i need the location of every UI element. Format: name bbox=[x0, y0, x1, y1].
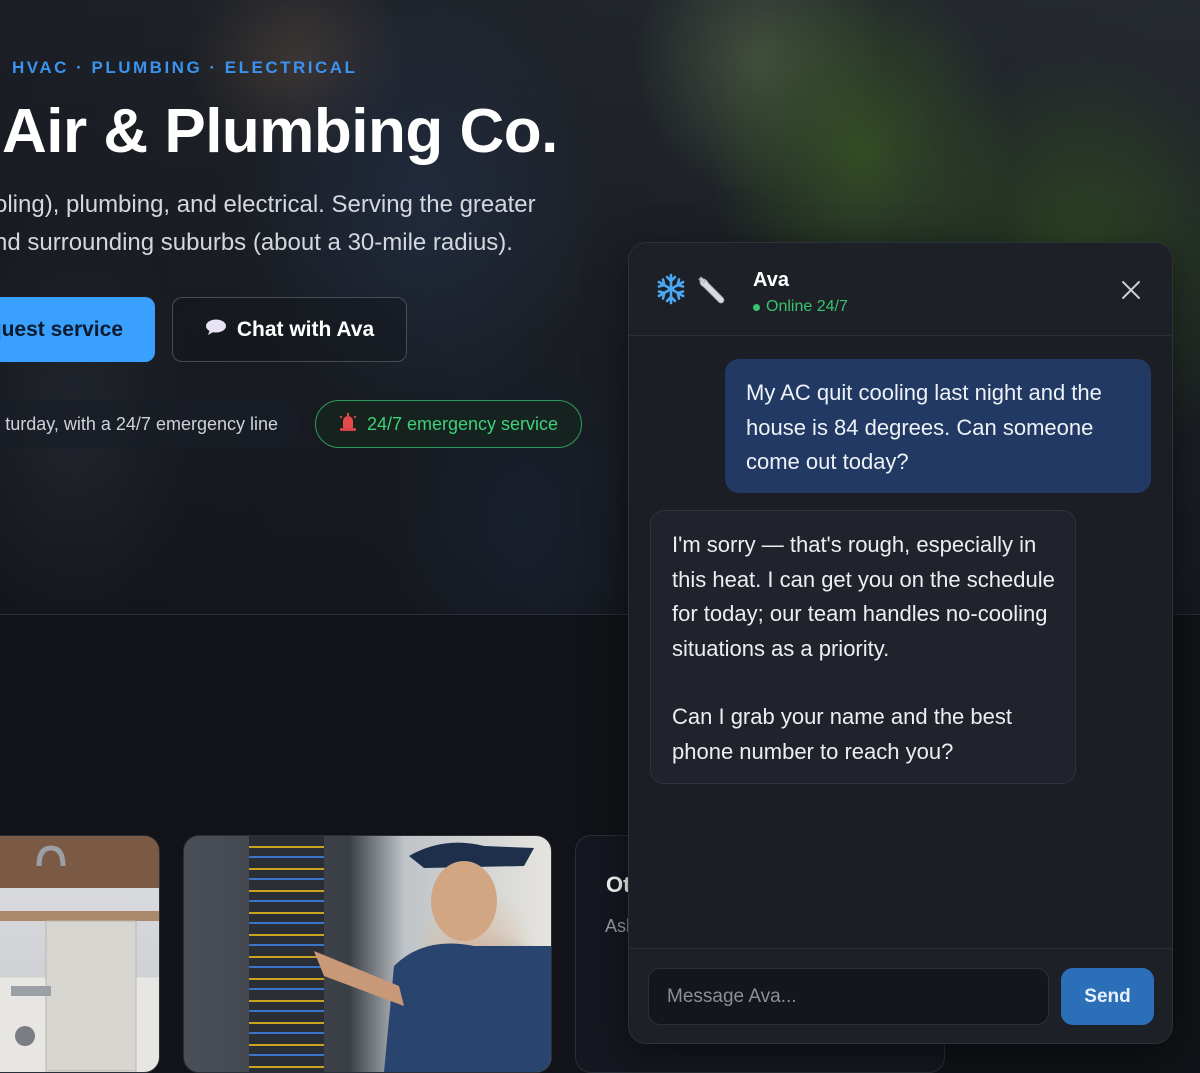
other-services-title: Ot bbox=[606, 872, 631, 897]
chat-avatar-icons bbox=[655, 273, 727, 310]
chat-with-ava-button[interactable]: Chat with Ava bbox=[172, 297, 407, 362]
send-button[interactable]: Send bbox=[1061, 968, 1154, 1025]
chat-header: Ava Online 24/7 bbox=[629, 243, 1172, 336]
emergency-service-label: 24/7 emergency service bbox=[366, 413, 559, 434]
hero-description-line-2: nd surrounding suburbs (about a 30-mile … bbox=[0, 229, 513, 256]
agent-name: Ava bbox=[753, 269, 789, 291]
chat-with-ava-label: Chat with Ava bbox=[236, 317, 375, 341]
wrench-icon bbox=[695, 273, 727, 310]
speech-bubble-icon bbox=[205, 318, 227, 342]
bot-message-paragraph: Can I grab your name and the best phone … bbox=[672, 704, 1012, 764]
bot-message: I'm sorry — that's rough, especially in … bbox=[650, 510, 1076, 784]
online-dot-icon bbox=[753, 303, 760, 311]
bot-message-paragraph: I'm sorry — that's rough, especially in … bbox=[672, 532, 1055, 661]
emergency-service-pill: 24/7 emergency service bbox=[315, 400, 582, 448]
chat-widget: Ava Online 24/7 My AC quit cooling last … bbox=[628, 242, 1173, 1044]
chat-composer: Send bbox=[629, 948, 1172, 1043]
agent-status: Online 24/7 bbox=[753, 298, 848, 316]
snowflake-icon bbox=[655, 273, 687, 310]
page-title: Air & Plumbing Co. bbox=[2, 97, 558, 166]
plumbing-photo-card[interactable] bbox=[0, 835, 160, 1073]
user-message: My AC quit cooling last night and the ho… bbox=[725, 359, 1151, 493]
services-eyebrow: HVAC · PLUMBING · ELECTRICAL bbox=[12, 58, 358, 77]
close-icon bbox=[1122, 281, 1140, 299]
hours-pill: turday, with a 24/7 emergency line bbox=[0, 400, 300, 448]
hero-description: oling), plumbing, and electrical. Servin… bbox=[0, 186, 594, 262]
electrician-photo-card[interactable] bbox=[183, 835, 552, 1073]
close-chat-button[interactable] bbox=[1119, 278, 1143, 302]
electrician-photo bbox=[314, 842, 551, 1072]
plumbing-photo bbox=[0, 845, 159, 1072]
agent-status-text: Online 24/7 bbox=[766, 298, 848, 315]
request-service-button[interactable]: quest service bbox=[0, 297, 155, 362]
hero-description-line-1: oling), plumbing, and electrical. Servin… bbox=[0, 191, 536, 218]
message-input[interactable] bbox=[648, 968, 1049, 1025]
siren-icon bbox=[339, 412, 357, 437]
